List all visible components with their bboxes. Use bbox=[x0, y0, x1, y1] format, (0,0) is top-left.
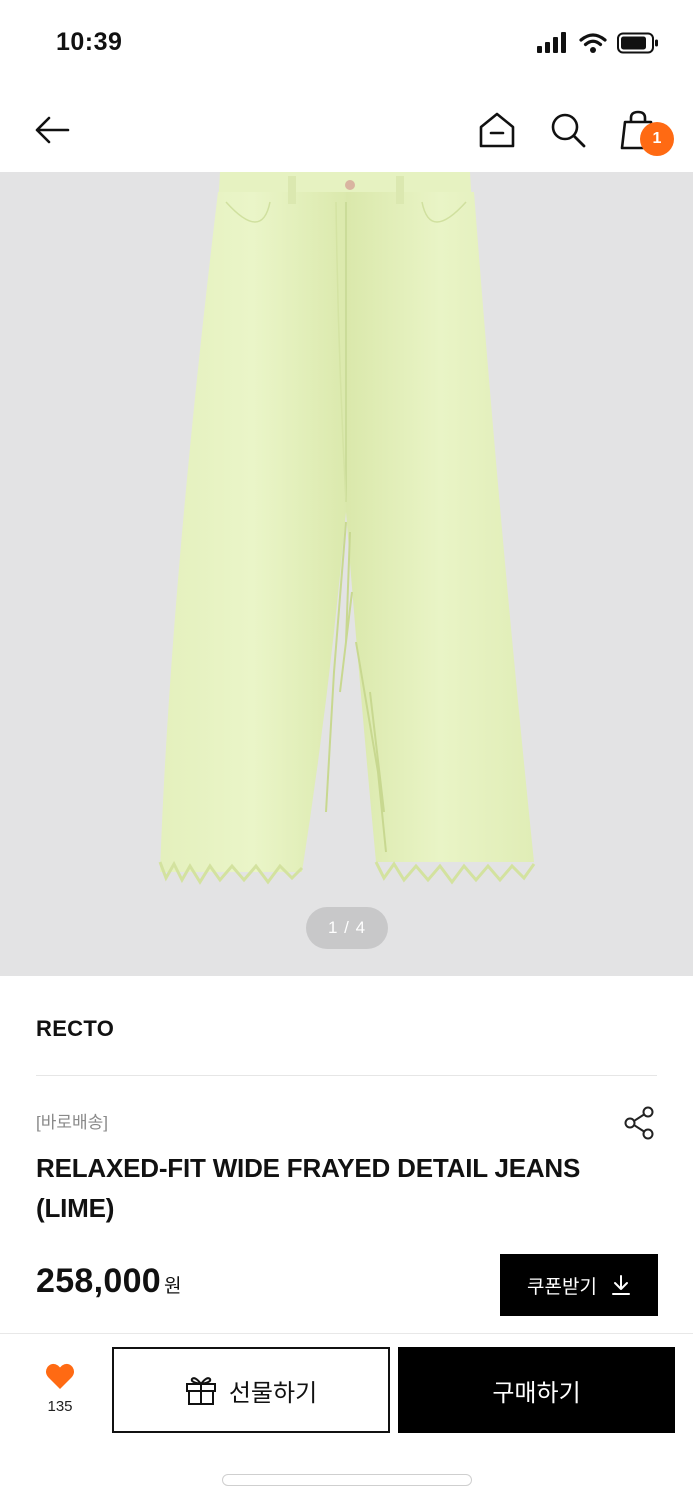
coupon-download-button[interactable]: 쿠폰받기 bbox=[500, 1254, 658, 1316]
cart-button[interactable]: 1 bbox=[610, 88, 674, 172]
cart-count-badge: 1 bbox=[640, 122, 674, 156]
wifi-icon bbox=[579, 33, 607, 53]
buy-button[interactable]: 구매하기 bbox=[398, 1347, 675, 1433]
search-icon bbox=[551, 113, 586, 148]
product-title: RELAXED-FIT WIDE FRAYED DETAIL JEANS (LI… bbox=[36, 1153, 581, 1223]
divider bbox=[36, 1075, 657, 1076]
shipping-tag: [바로배송] bbox=[36, 1113, 109, 1132]
signal-icon bbox=[537, 32, 566, 53]
gallery-page-counter: 1 / 4 bbox=[306, 907, 388, 949]
gift-label: 선물하기 bbox=[228, 1379, 318, 1407]
price: 258,000 원 bbox=[36, 1262, 182, 1301]
status-bar: 10:39 bbox=[0, 0, 693, 88]
status-icons bbox=[537, 32, 659, 54]
back-button[interactable] bbox=[24, 88, 80, 172]
share-button[interactable] bbox=[620, 1103, 660, 1143]
share-icon bbox=[624, 1106, 654, 1140]
download-icon bbox=[611, 1275, 630, 1295]
search-button[interactable] bbox=[540, 88, 596, 172]
like-button[interactable]: 135 bbox=[30, 1362, 90, 1426]
coupon-label: 쿠폰받기 bbox=[527, 1276, 597, 1298]
arrow-left-icon bbox=[35, 116, 70, 144]
home-icon bbox=[479, 112, 515, 148]
price-value: 258,000 bbox=[36, 1262, 162, 1300]
bottom-bar-divider bbox=[0, 1333, 693, 1334]
brand-name[interactable]: RECTO bbox=[36, 1016, 114, 1042]
heart-icon bbox=[45, 1363, 75, 1389]
home-button[interactable] bbox=[469, 88, 525, 172]
product-image-gallery[interactable]: 1 / 4 bbox=[0, 172, 693, 976]
top-nav-bar: 1 bbox=[0, 88, 693, 172]
gift-icon bbox=[185, 1377, 216, 1405]
home-indicator[interactable] bbox=[222, 1474, 472, 1486]
battery-icon bbox=[617, 32, 658, 54]
like-count: 135 bbox=[47, 1398, 73, 1415]
product-image bbox=[158, 172, 536, 885]
price-unit: 원 bbox=[164, 1276, 182, 1297]
status-time: 10:39 bbox=[56, 28, 123, 56]
buy-label: 구매하기 bbox=[492, 1379, 581, 1407]
gift-button[interactable]: 선물하기 bbox=[112, 1347, 390, 1433]
